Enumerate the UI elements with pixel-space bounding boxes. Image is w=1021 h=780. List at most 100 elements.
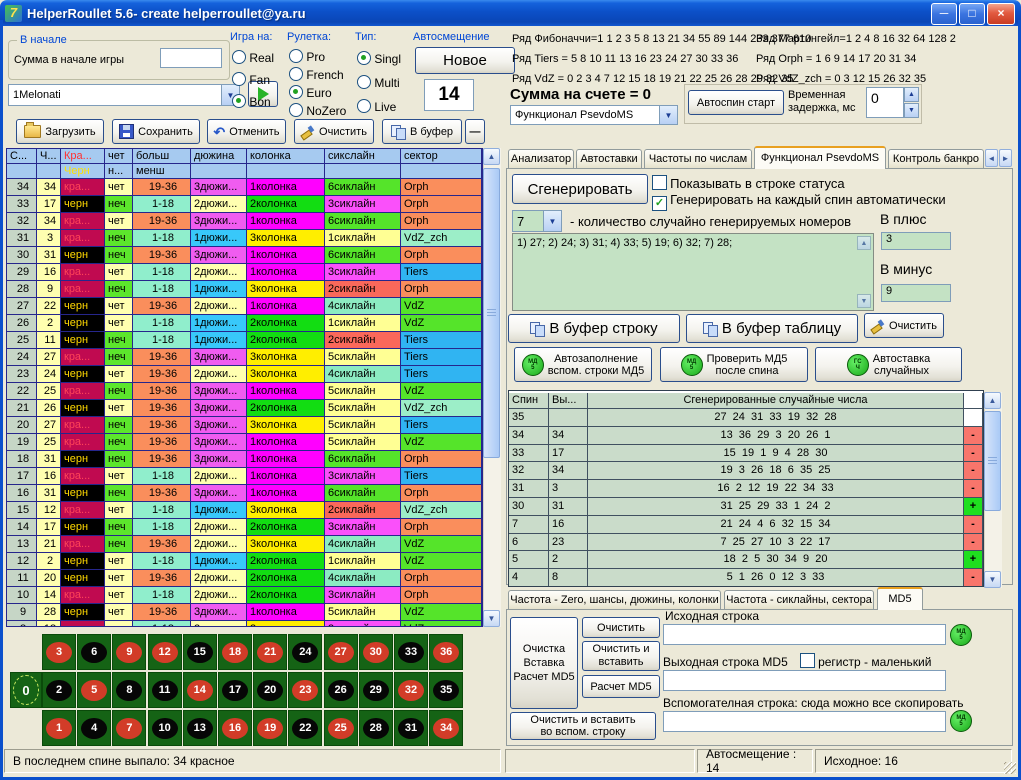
scroll-up-button[interactable]: ▲ [483,148,500,165]
aux-string-input[interactable] [663,711,946,732]
start-sum-input[interactable] [160,48,222,68]
board-cell-17[interactable]: 17 [218,672,252,708]
board-cell-25[interactable]: 25 [324,710,358,746]
autofill-md5-button[interactable]: МД 5Автозаполнение вспом. строки МД5 [514,347,652,382]
tab-5[interactable]: Контроль банкро [888,149,984,169]
new-offset-button[interactable]: Новое [415,47,515,74]
board-cell-1[interactable]: 1 [42,710,76,746]
md5-aux-icon-button[interactable]: МД 5 [950,710,972,732]
board-cell-11[interactable]: 11 [148,672,182,708]
scrollbar-thumb[interactable] [483,168,500,458]
md5-calc-button[interactable]: Расчет MD5 [582,675,660,698]
generated-row[interactable]: 3527 24 31 33 19 32 28 [509,409,983,427]
to-buffer-button[interactable]: В буфер [382,119,462,144]
title-bar[interactable]: 7 HelperRoullet 5.6- create helperroulle… [0,0,1021,26]
radio-multi[interactable]: Multi [357,75,400,90]
autospin-start-button[interactable]: Автоспин старт [688,90,784,115]
radio-icon[interactable] [232,50,246,64]
tab-4[interactable]: Функционал PsevdoMS [754,146,886,169]
clear-button[interactable]: Очистить [294,119,374,144]
board-cell-23[interactable]: 23 [288,672,322,708]
radio-real[interactable]: Real [232,50,274,65]
board-cell-35[interactable]: 35 [429,672,463,708]
textarea-scroll-up-icon[interactable]: ▲ [857,236,871,250]
spins-row[interactable]: 3234кра...чет19-363дюжи...1колонка6сикла… [7,213,483,230]
board-cell-24[interactable]: 24 [288,634,322,670]
board-cell-30[interactable]: 30 [359,634,393,670]
generated-output-textarea[interactable]: 1) 27; 2) 24; 3) 31; 4) 33; 5) 19; 6) 32… [512,233,874,311]
board-cell-18[interactable]: 18 [218,634,252,670]
board-cell-15[interactable]: 15 [183,634,217,670]
md5-clear-button[interactable]: Очистить [582,617,660,638]
spins-row[interactable]: 2427кра...неч19-363дюжи...3колонка5сикла… [7,349,483,366]
spins-row[interactable]: 1716кра...чет1-182дюжи...1колонка3сиклай… [7,468,483,485]
chevron-down-icon[interactable]: ▼ [659,106,677,124]
spins-row[interactable]: 2027кра...неч19-363дюжи...3колонка5сикла… [7,417,483,434]
spins-row[interactable]: 2722чернчет19-362дюжи...1колонка4сиклайн… [7,298,483,315]
radio-singl[interactable]: Singl [357,51,401,66]
spins-row[interactable]: 3434кра...чет19-363дюжи...1колонка6сикла… [7,179,483,196]
spins-row[interactable]: 1417черннеч1-182дюжи...2колонка3сиклайнO… [7,519,483,536]
board-cell-21[interactable]: 21 [253,634,287,670]
spins-row[interactable]: 2225кра...неч19-363дюжи...1колонка5сикла… [7,383,483,400]
board-cell-31[interactable]: 31 [394,710,428,746]
radio-icon[interactable] [289,49,303,63]
spins-row[interactable]: 289кра...неч1-181дюжи...3колонка2сиклайн… [7,281,483,298]
spins-row[interactable]: 2916кра...чет1-182дюжи...1колонка3сиклай… [7,264,483,281]
bottom-tab-3[interactable]: MD5 [877,587,923,610]
radio-euro[interactable]: Euro [289,85,332,100]
spins-row[interactable]: 1014кра...чет1-182дюжи...2колонка3сиклай… [7,587,483,604]
checkbox-icon[interactable] [652,175,667,190]
radio-pro[interactable]: Pro [289,49,325,64]
radio-live[interactable]: Live [357,99,396,114]
md5-big-button[interactable]: Очистка Вставка Расчет MD5 [510,617,578,709]
preset-combobox[interactable]: 1Melonati ▼ [8,84,240,106]
tab-2[interactable]: Автоставки [576,149,642,169]
board-cell-33[interactable]: 33 [394,634,428,670]
delay-input[interactable]: 0 [866,87,904,118]
board-cell-22[interactable]: 22 [288,710,322,746]
board-cell-27[interactable]: 27 [324,634,358,670]
checkbox-icon[interactable] [800,653,815,668]
collapse-button[interactable]: — [465,119,485,144]
spins-row[interactable]: 2126чернчет19-363дюжи...2колонка5сиклайн… [7,400,483,417]
generated-row[interactable]: 5218 2 5 30 34 9 20+ [509,551,983,569]
generated-row[interactable]: 71621 24 4 6 32 15 34- [509,516,983,534]
bottom-tab-2[interactable]: Частота - сиклайны, сектора [724,590,874,610]
show-status-checkbox[interactable]: Показывать в строке статуса [652,175,845,191]
radio-icon[interactable] [289,103,303,117]
radio-french[interactable]: French [289,67,344,82]
board-cell-28[interactable]: 28 [359,710,393,746]
output-string-input[interactable] [663,670,946,691]
scroll-down-button[interactable]: ▼ [984,571,1001,588]
board-cell-34[interactable]: 34 [429,710,463,746]
scroll-down-button[interactable]: ▼ [483,610,500,627]
spins-row[interactable]: 1512кра...чет1-181дюжи...3колонка2сиклай… [7,502,483,519]
board-cell-16[interactable]: 16 [218,710,252,746]
buffer-table-button[interactable]: В буфер таблицу [686,314,858,343]
radio-icon[interactable] [232,94,246,108]
spins-row[interactable]: 2324чернчет19-362дюжи...3колонка4сиклайн… [7,366,483,383]
undo-button[interactable]: ↶Отменить [207,119,286,144]
checkbox-icon[interactable]: ✓ [652,196,667,211]
board-cell-12[interactable]: 12 [148,634,182,670]
board-cell-20[interactable]: 20 [253,672,287,708]
board-cell-2[interactable]: 2 [42,672,76,708]
close-button[interactable]: × [987,3,1015,25]
board-cell-29[interactable]: 29 [359,672,393,708]
md5-clear-paste-button[interactable]: Очистить и вставить [582,641,660,671]
radio-icon[interactable] [232,72,246,86]
delay-down-button[interactable]: ▼ [904,103,919,118]
radio-bon[interactable]: Bon [232,94,271,109]
resize-grip[interactable] [1004,762,1016,774]
count-combobox[interactable]: 7▼ [512,210,562,232]
generated-row[interactable]: 323419 3 26 18 6 35 25- [509,462,983,480]
generated-row[interactable]: 31316 2 12 19 22 34 33- [509,480,983,498]
generated-row[interactable]: 6237 25 27 10 3 22 17- [509,534,983,552]
board-cell-19[interactable]: 19 [253,710,287,746]
register-checkbox[interactable]: регистр - маленький [800,653,931,669]
board-cell-32[interactable]: 32 [394,672,428,708]
source-string-input[interactable] [663,624,946,645]
tab-3[interactable]: Частоты по числам [644,149,752,169]
radio-icon[interactable] [289,85,303,99]
